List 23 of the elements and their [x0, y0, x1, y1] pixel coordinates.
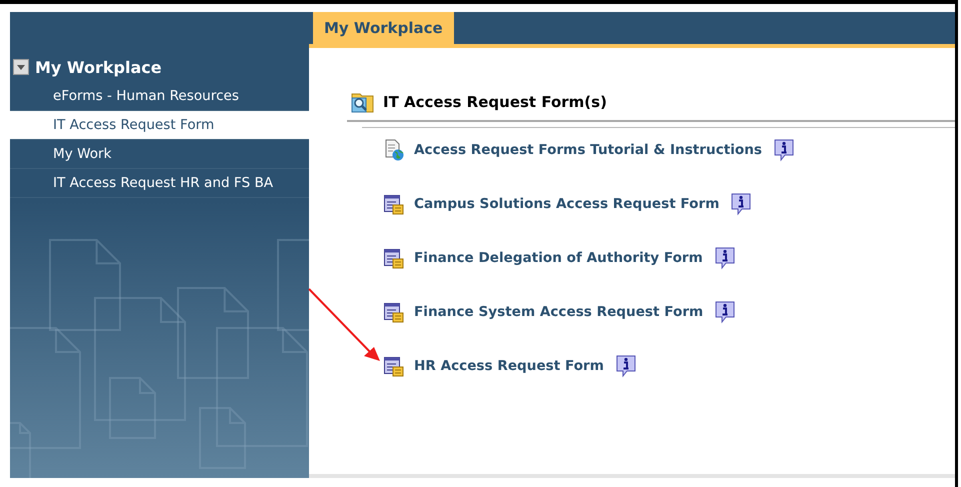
form-icon: [383, 355, 405, 377]
form-icon: [383, 247, 405, 269]
info-icon[interactable]: [614, 354, 637, 378]
collapse-icon[interactable]: [13, 59, 29, 75]
form-link[interactable]: Access Request Forms Tutorial & Instructions: [414, 142, 762, 158]
sidebar-item[interactable]: My Work: [10, 140, 309, 169]
info-icon[interactable]: [714, 300, 736, 324]
form-link[interactable]: Finance Delegation of Authority Form: [414, 250, 703, 266]
sidebar-title: My Workplace: [35, 58, 162, 76]
folder-search-icon: [351, 91, 375, 113]
sidebar-item[interactable]: IT Access Request Form: [10, 111, 309, 140]
sidebar-item[interactable]: IT Access Request HR and FS BA: [10, 169, 309, 198]
info-icon[interactable]: [730, 192, 752, 216]
info-icon[interactable]: [773, 138, 796, 162]
tab[interactable]: My Workplace: [313, 12, 454, 44]
form-link[interactable]: Campus Solutions Access Request Form: [414, 196, 720, 212]
form-link[interactable]: Finance System Access Request Form: [414, 304, 704, 320]
document-globe-icon: [383, 139, 405, 161]
form-icon: [383, 193, 405, 215]
form-icon: [383, 301, 405, 323]
form-link[interactable]: HR Access Request Form: [414, 358, 604, 374]
info-icon[interactable]: [714, 246, 736, 270]
section-title: IT Access Request Form(s): [383, 93, 607, 111]
